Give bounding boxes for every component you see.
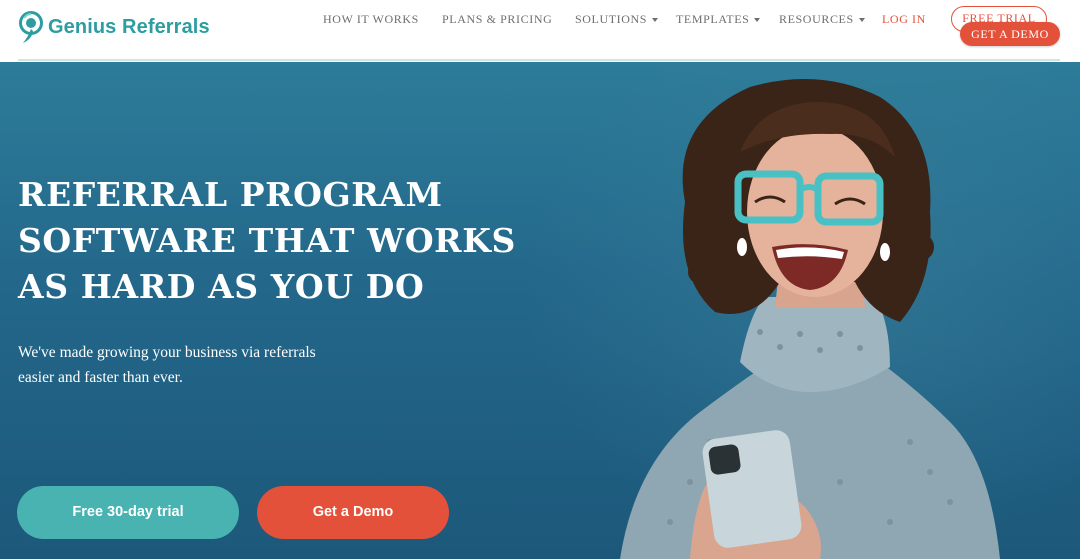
hero-subtitle: We've made growing your business via ref… bbox=[18, 340, 378, 390]
hero-title-line: REFERRAL PROGRAM bbox=[18, 175, 443, 214]
chevron-down-icon bbox=[652, 18, 659, 23]
hero-subtitle-line: easier and faster than ever. bbox=[18, 369, 183, 386]
hero-subtitle-line: We've made growing your business via ref… bbox=[18, 344, 316, 361]
chevron-down-icon bbox=[754, 18, 761, 23]
hero-title-line: AS HARD AS YOU DO bbox=[18, 267, 425, 306]
nav-how-it-works[interactable]: HOW IT WORKS bbox=[323, 12, 419, 27]
nav-resources[interactable]: RESOURCES bbox=[779, 12, 865, 27]
logo-text: Genius Referrals bbox=[48, 15, 210, 38]
hero-title-line: SOFTWARE THAT WORKS bbox=[18, 221, 516, 260]
hero-photo-woman bbox=[620, 79, 1000, 559]
nav-solutions[interactable]: SOLUTIONS bbox=[575, 12, 659, 27]
hero-section: REFERRAL PROGRAM SOFTWARE THAT WORKS AS … bbox=[0, 62, 1080, 559]
hero-title: REFERRAL PROGRAM SOFTWARE THAT WORKS AS … bbox=[18, 172, 578, 310]
nav-label: HOW IT WORKS bbox=[323, 12, 419, 26]
chevron-down-icon bbox=[858, 18, 865, 23]
logo[interactable]: Genius Referrals bbox=[18, 9, 210, 45]
free-30-day-trial-button[interactable]: Free 30-day trial bbox=[17, 486, 239, 539]
logo-mark-icon bbox=[19, 11, 43, 43]
login-label: LOG IN bbox=[882, 12, 926, 26]
nav-label: TEMPLATES bbox=[676, 12, 750, 26]
header-divider bbox=[18, 59, 1060, 61]
get-a-demo-button[interactable]: GET A DEMO bbox=[960, 22, 1060, 46]
nav-label: SOLUTIONS bbox=[575, 12, 648, 26]
site-header: Genius Referrals HOW IT WORKS PLANS & PR… bbox=[0, 0, 1080, 62]
login-link[interactable]: LOG IN bbox=[882, 12, 926, 27]
nav-label: PLANS & PRICING bbox=[442, 12, 553, 26]
get-a-demo-hero-button[interactable]: Get a Demo bbox=[257, 486, 449, 539]
nav-label: RESOURCES bbox=[779, 12, 854, 26]
nav-plans-pricing[interactable]: PLANS & PRICING bbox=[442, 12, 552, 27]
nav-templates[interactable]: TEMPLATES bbox=[676, 12, 761, 27]
